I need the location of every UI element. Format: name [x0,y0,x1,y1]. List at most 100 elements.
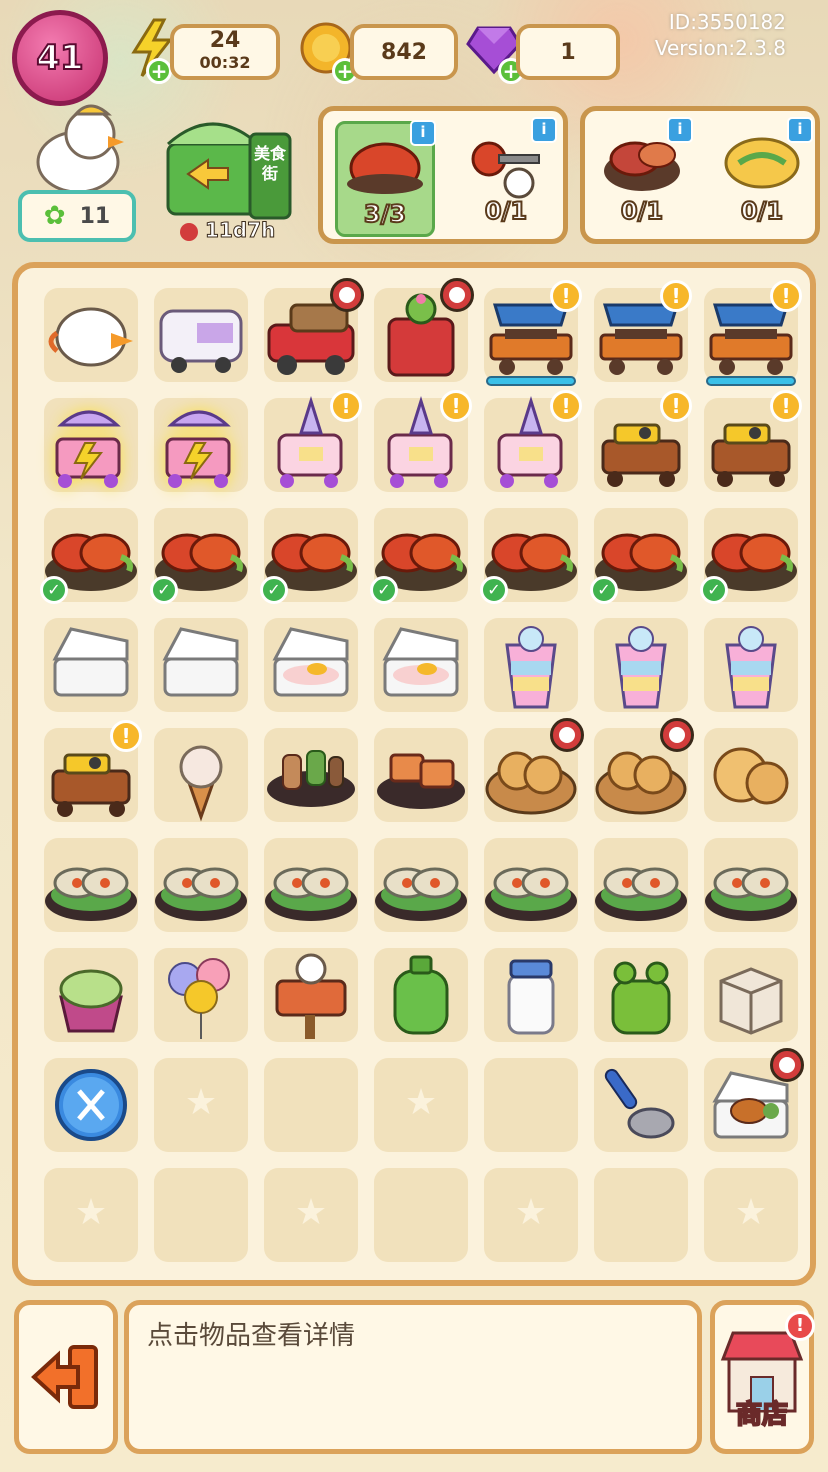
order-omelette[interactable]: i 0/1 [715,117,813,231]
board-cell[interactable]: ! [476,280,586,390]
board-cell[interactable]: ! [476,390,586,500]
board-cell[interactable] [366,610,476,720]
pancakes-icon[interactable] [696,720,806,830]
board-cell[interactable]: ! [696,280,806,390]
board-cell[interactable] [696,1160,806,1270]
board-cell[interactable] [366,1050,476,1160]
player-avatar[interactable] [30,100,130,195]
board-cell[interactable]: ! [586,390,696,500]
board-cell[interactable] [366,278,476,390]
board-cell[interactable]: ✓ [146,500,256,610]
food-van-icon[interactable] [146,280,256,390]
board-cell[interactable] [586,718,696,830]
board-cell[interactable] [256,1050,366,1160]
level-badge[interactable]: 41 [12,10,108,106]
order-meat-platter[interactable]: i 0/1 [595,117,693,231]
star-counter[interactable]: ✿ 11 [18,190,136,242]
board-cell[interactable] [586,1160,696,1270]
drink-cart-icon[interactable] [36,390,146,500]
board-cell[interactable]: ! [586,280,696,390]
order-keys[interactable]: i 0/1 [459,117,557,231]
board-cell[interactable] [36,610,146,720]
board-cell[interactable] [146,830,256,940]
board-cell[interactable]: ! [256,390,366,500]
board-cell[interactable] [146,390,256,500]
board-cell[interactable] [146,610,256,720]
board-cell[interactable] [366,720,476,830]
info-icon[interactable]: i [410,120,436,146]
board-cell[interactable] [696,940,806,1050]
drink-cart-icon[interactable] [146,390,256,500]
board-cell[interactable] [476,1160,586,1270]
board-cell[interactable] [36,830,146,940]
board-cell[interactable] [586,610,696,720]
board-cell[interactable] [366,1160,476,1270]
order-crayfish[interactable]: i 3/3 [335,120,436,237]
energy-add-button[interactable]: + [146,58,172,84]
board-cell[interactable] [696,1048,806,1160]
rainbow-drink-icon[interactable] [586,610,696,720]
board-cell[interactable] [146,280,256,390]
board-cell[interactable] [146,1050,256,1160]
oyster-plate-icon[interactable] [36,830,146,940]
board-cell[interactable] [586,830,696,940]
board-cell[interactable]: ✓ [586,500,696,610]
grilled-squid-icon[interactable] [366,720,476,830]
oyster-plate-icon[interactable] [696,830,806,940]
board-cell[interactable] [256,610,366,720]
board-cell[interactable] [476,718,586,830]
board-cell[interactable]: ✓ [36,500,146,610]
open-sign-icon[interactable] [256,940,366,1050]
board-cell[interactable] [366,940,476,1050]
board-cell[interactable]: ! [366,390,476,500]
lunchbox-rice-icon[interactable] [366,610,476,720]
board-cell[interactable]: ✓ [366,500,476,610]
shop-button[interactable]: ! 商店 [710,1300,815,1454]
board-cell[interactable] [146,720,256,830]
board-cell[interactable] [256,720,366,830]
lunchbox-empty-icon[interactable] [36,610,146,720]
info-icon[interactable]: i [667,117,693,143]
cardboard-box-icon[interactable] [696,940,806,1050]
board-cell[interactable] [36,280,146,390]
info-icon[interactable]: i [531,117,557,143]
icecream-cone-icon[interactable] [146,720,256,830]
board-cell[interactable] [36,1050,146,1160]
board-cell[interactable] [256,1160,366,1270]
board-cell[interactable] [476,610,586,720]
oyster-plate-icon[interactable] [366,830,476,940]
oyster-plate-icon[interactable] [256,830,366,940]
exit-button[interactable] [14,1300,118,1454]
rainbow-drink-icon[interactable] [476,610,586,720]
board-cell[interactable] [696,610,806,720]
board-cell[interactable] [476,830,586,940]
board-cell[interactable] [696,720,806,830]
board-cell[interactable]: ! [36,720,146,830]
froyo-icon[interactable] [36,940,146,1050]
board-cell[interactable] [476,1050,586,1160]
oyster-plate-icon[interactable] [146,830,256,940]
board-cell[interactable] [256,830,366,940]
frog-bag-icon[interactable] [586,940,696,1050]
board-cell[interactable]: ✓ [256,500,366,610]
board-cell[interactable] [256,278,366,390]
board-cell[interactable]: ✓ [696,500,806,610]
rainbow-drink-icon[interactable] [696,610,806,720]
board-cell[interactable] [476,940,586,1050]
board-cell[interactable]: ! [696,390,806,500]
board-cell[interactable] [36,390,146,500]
scissors-icon[interactable] [36,1050,146,1160]
board-cell[interactable] [36,940,146,1050]
oyster-plate-icon[interactable] [476,830,586,940]
board-cell[interactable] [256,940,366,1050]
gas-tank-icon[interactable] [366,940,476,1050]
lunchbox-rice-icon[interactable] [256,610,366,720]
board-cell[interactable] [366,830,476,940]
info-icon[interactable]: i [787,117,813,143]
balloons-icon[interactable] [146,940,256,1050]
board-cell[interactable] [146,940,256,1050]
milk-jar-icon[interactable] [476,940,586,1050]
board-cell[interactable] [36,1160,146,1270]
lunchbox-empty-icon[interactable] [146,610,256,720]
oyster-plate-icon[interactable] [586,830,696,940]
